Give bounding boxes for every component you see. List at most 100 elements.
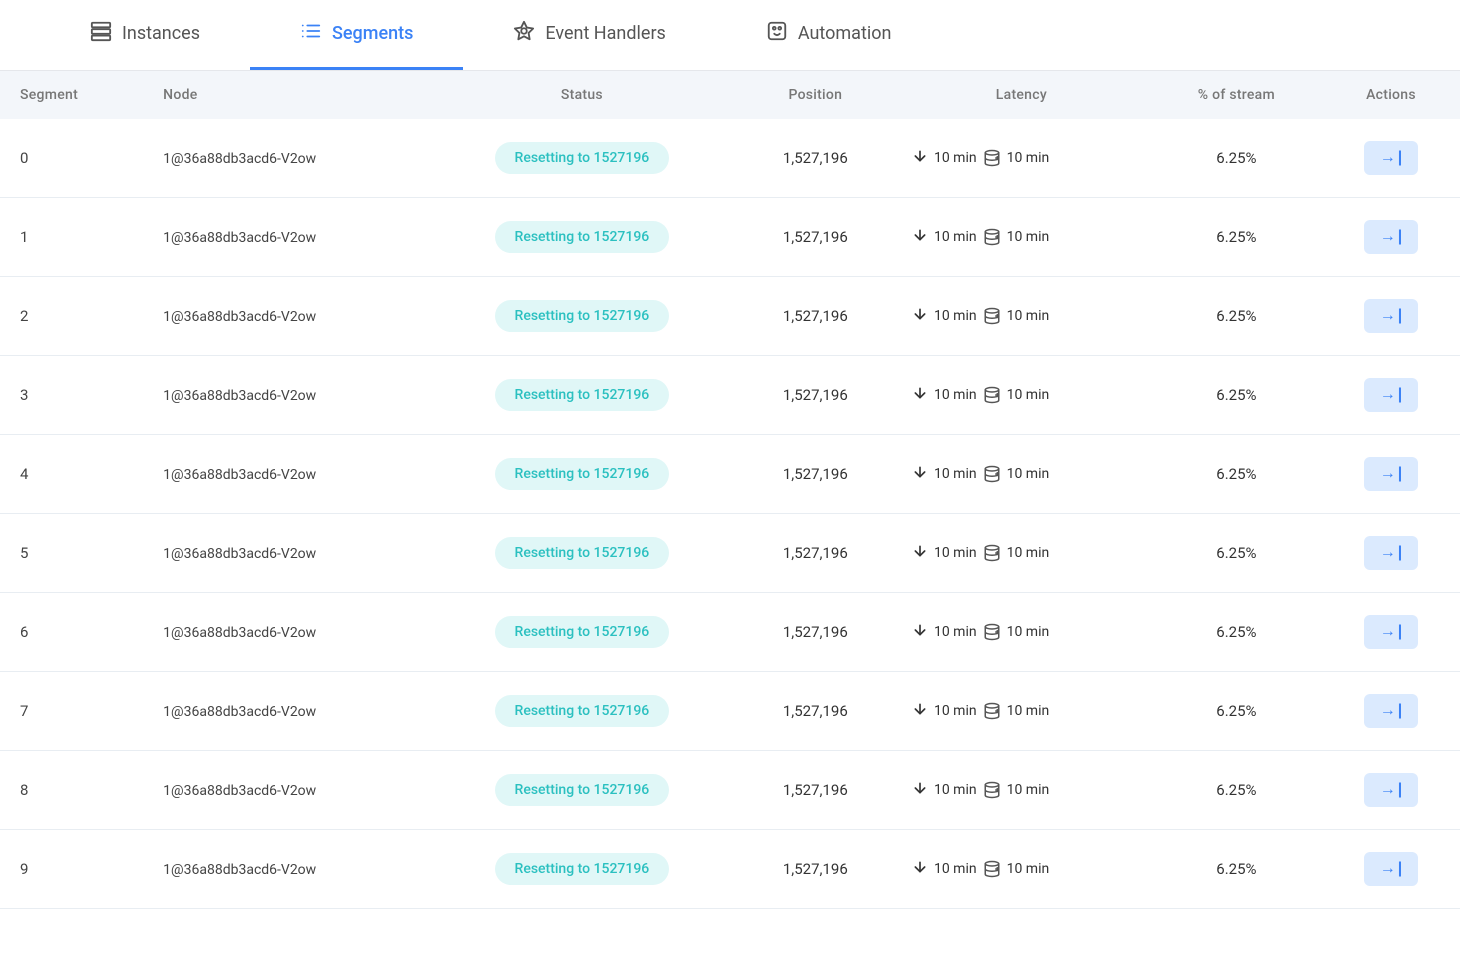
position-value: 1,527,196 [783, 544, 848, 562]
segment-number: 8 [20, 781, 28, 799]
goto-segment-button[interactable]: →| [1364, 141, 1418, 175]
position-cell: 1,527,196 [739, 277, 892, 356]
latency-down-value: 10 min [934, 624, 977, 640]
actions-cell: →| [1322, 830, 1460, 909]
col-header-latency: Latency [892, 71, 1151, 119]
table-row: 11@36a88db3acd6-V2owResetting to 1527196… [0, 198, 1460, 277]
actions-cell: →| [1322, 672, 1460, 751]
position-value: 1,527,196 [783, 465, 848, 483]
arrow-right-icon: → [1380, 307, 1396, 325]
latency-down-icon [912, 148, 928, 168]
table-header: Segment Node Status Position Latency % o… [0, 71, 1460, 119]
table-body: 01@36a88db3acd6-V2owResetting to 1527196… [0, 119, 1460, 909]
segments-label: Segments [332, 23, 413, 44]
actions-cell: →| [1322, 593, 1460, 672]
node-name: 1@36a88db3acd6-V2ow [163, 704, 316, 720]
goto-segment-button[interactable]: →| [1364, 220, 1418, 254]
node-cell: 1@36a88db3acd6-V2ow [143, 751, 425, 830]
latency-down-value: 10 min [934, 861, 977, 877]
arrow-right-icon: → [1380, 465, 1396, 483]
actions-cell: →| [1322, 514, 1460, 593]
latency-db-icon [983, 702, 1001, 720]
goto-segment-button[interactable]: →| [1364, 852, 1418, 886]
automation-label: Automation [798, 23, 892, 44]
table-row: 41@36a88db3acd6-V2owResetting to 1527196… [0, 435, 1460, 514]
node-cell: 1@36a88db3acd6-V2ow [143, 593, 425, 672]
goto-segment-button[interactable]: →| [1364, 773, 1418, 807]
position-cell: 1,527,196 [739, 593, 892, 672]
position-cell: 1,527,196 [739, 356, 892, 435]
arrow-right-icon: → [1380, 702, 1396, 720]
goto-segment-button[interactable]: →| [1364, 299, 1418, 333]
percent-value: 6.25% [1216, 781, 1256, 799]
status-cell: Resetting to 1527196 [425, 751, 739, 830]
position-cell: 1,527,196 [739, 435, 892, 514]
latency-down-value: 10 min [934, 387, 977, 403]
status-badge: Resetting to 1527196 [495, 221, 670, 253]
segment-cell: 4 [0, 435, 143, 514]
arrow-right-icon: → [1380, 386, 1396, 404]
position-value: 1,527,196 [783, 386, 848, 404]
pipe-char: | [1398, 623, 1402, 641]
nav-item-event-handlers[interactable]: Event Handlers [463, 0, 715, 70]
status-badge: Resetting to 1527196 [495, 537, 670, 569]
nav-item-segments[interactable]: Segments [250, 0, 463, 70]
goto-segment-button[interactable]: →| [1364, 615, 1418, 649]
pipe-char: | [1398, 781, 1402, 799]
status-badge: Resetting to 1527196 [495, 853, 670, 885]
automation-icon [766, 20, 788, 47]
latency-db-icon [983, 544, 1001, 562]
latency-cell: 10 min 10 min [892, 593, 1151, 672]
latency-db-value: 10 min [1007, 387, 1050, 403]
node-cell: 1@36a88db3acd6-V2ow [143, 672, 425, 751]
percent-cell: 6.25% [1151, 356, 1322, 435]
segments-icon [300, 20, 322, 47]
latency-cell: 10 min 10 min [892, 751, 1151, 830]
position-cell: 1,527,196 [739, 514, 892, 593]
status-cell: Resetting to 1527196 [425, 830, 739, 909]
status-cell: Resetting to 1527196 [425, 514, 739, 593]
latency-down-icon [912, 859, 928, 879]
instances-icon [90, 20, 112, 47]
latency-down-value: 10 min [934, 545, 977, 561]
position-value: 1,527,196 [783, 702, 848, 720]
node-name: 1@36a88db3acd6-V2ow [163, 783, 316, 799]
latency-down-value: 10 min [934, 782, 977, 798]
segment-number: 4 [20, 465, 28, 483]
node-cell: 1@36a88db3acd6-V2ow [143, 514, 425, 593]
latency-db-value: 10 min [1007, 624, 1050, 640]
col-header-segment: Segment [0, 71, 143, 119]
position-cell: 1,527,196 [739, 830, 892, 909]
actions-cell: →| [1322, 119, 1460, 198]
goto-segment-button[interactable]: →| [1364, 457, 1418, 491]
percent-value: 6.25% [1216, 465, 1256, 483]
segment-number: 9 [20, 860, 28, 878]
latency-cell: 10 min 10 min [892, 277, 1151, 356]
segment-cell: 3 [0, 356, 143, 435]
event-handlers-label: Event Handlers [545, 23, 665, 44]
table-row: 71@36a88db3acd6-V2owResetting to 1527196… [0, 672, 1460, 751]
nav-item-instances[interactable]: Instances [40, 0, 250, 70]
col-header-position: Position [739, 71, 892, 119]
goto-segment-button[interactable]: →| [1364, 536, 1418, 570]
node-cell: 1@36a88db3acd6-V2ow [143, 198, 425, 277]
col-header-status: Status [425, 71, 739, 119]
position-value: 1,527,196 [783, 307, 848, 325]
goto-segment-button[interactable]: →| [1364, 694, 1418, 728]
pipe-char: | [1398, 386, 1402, 404]
actions-cell: →| [1322, 198, 1460, 277]
percent-value: 6.25% [1216, 149, 1256, 167]
percent-cell: 6.25% [1151, 751, 1322, 830]
col-header-actions: Actions [1322, 71, 1460, 119]
node-name: 1@36a88db3acd6-V2ow [163, 546, 316, 562]
pipe-char: | [1398, 465, 1402, 483]
percent-cell: 6.25% [1151, 119, 1322, 198]
latency-down-value: 10 min [934, 703, 977, 719]
percent-cell: 6.25% [1151, 277, 1322, 356]
latency-db-value: 10 min [1007, 150, 1050, 166]
node-name: 1@36a88db3acd6-V2ow [163, 625, 316, 641]
nav-item-automation[interactable]: Automation [716, 0, 942, 70]
segment-number: 2 [20, 307, 28, 325]
position-cell: 1,527,196 [739, 119, 892, 198]
goto-segment-button[interactable]: →| [1364, 378, 1418, 412]
